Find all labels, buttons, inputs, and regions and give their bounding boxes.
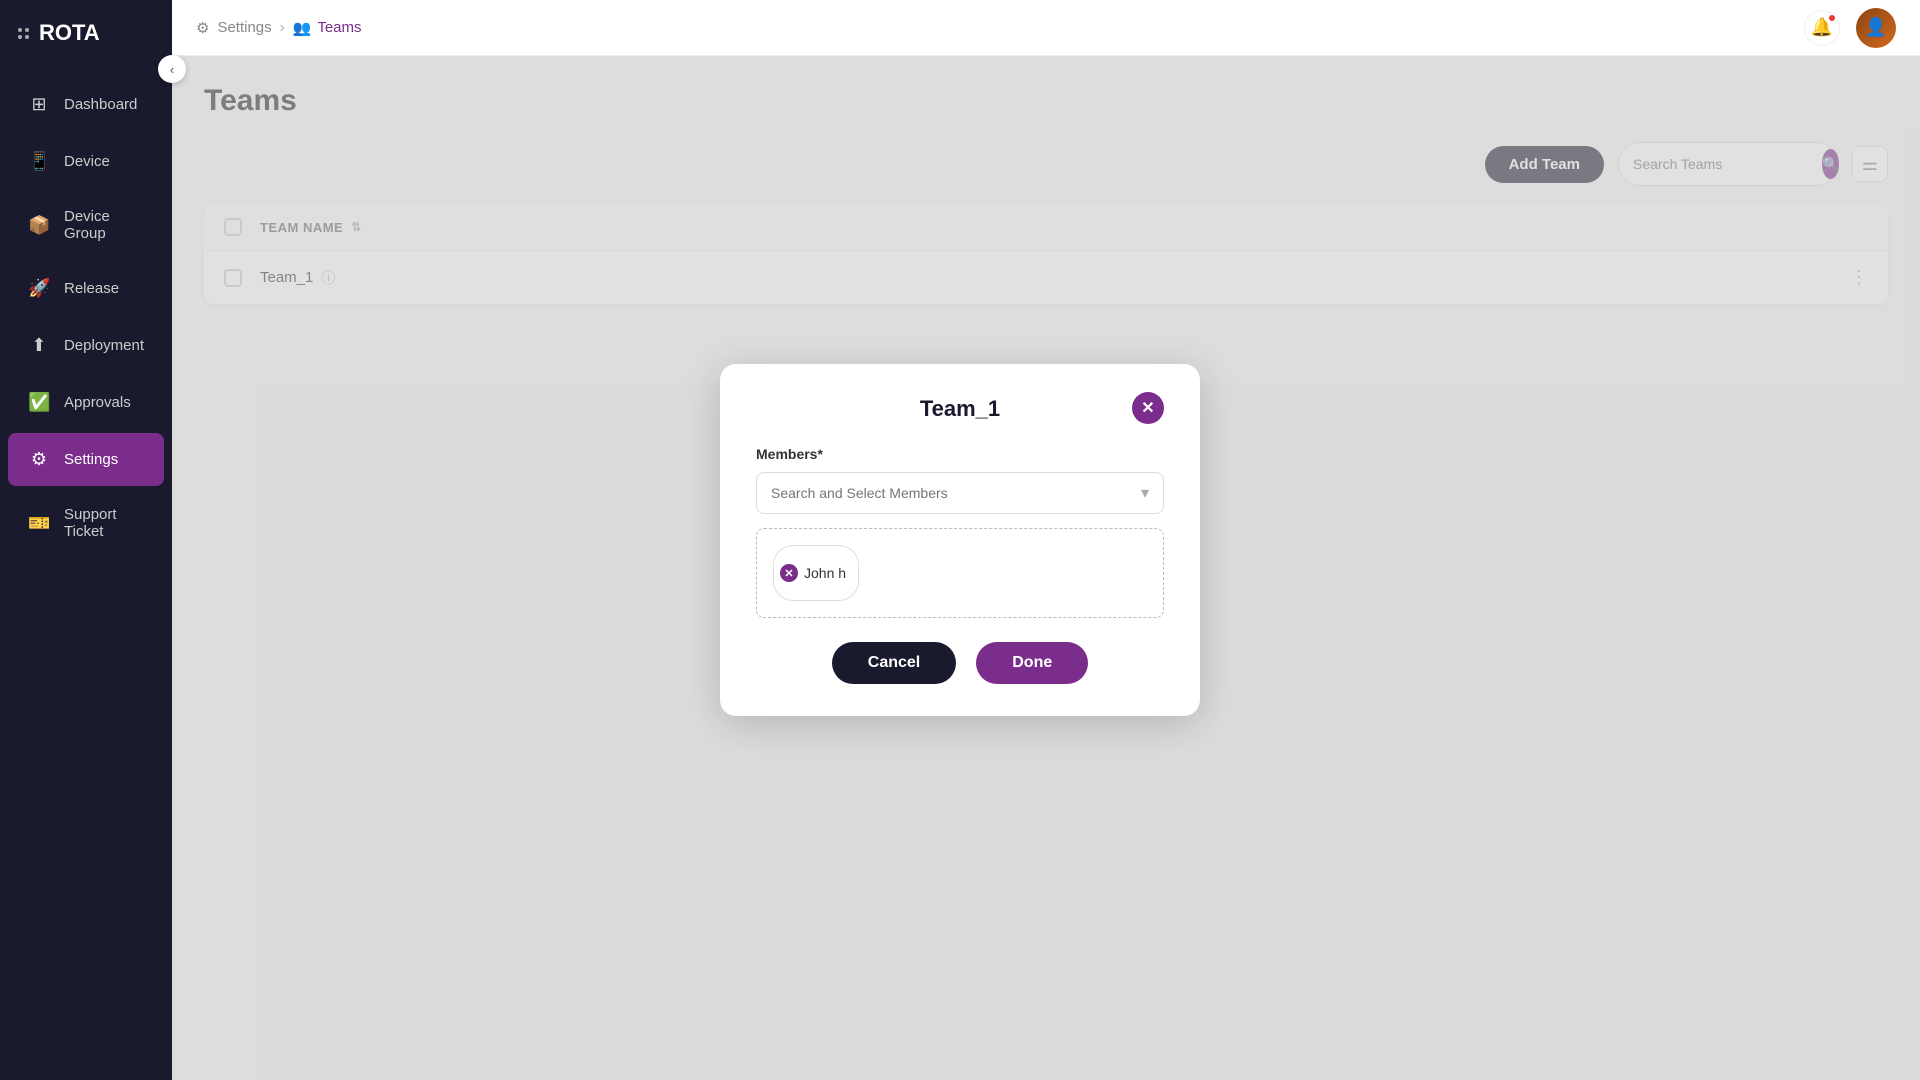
- members-select-wrapper[interactable]: ▾: [756, 472, 1164, 514]
- done-button[interactable]: Done: [976, 642, 1088, 684]
- member-tag: ✕ John h: [773, 545, 859, 601]
- modal-close-button[interactable]: ✕: [1132, 392, 1164, 424]
- approvals-icon: ✅: [28, 392, 50, 413]
- topbar-right: 🔔 👤: [1804, 8, 1896, 48]
- sidebar-header: ROTA: [0, 0, 172, 66]
- breadcrumb-parent: Settings: [217, 19, 271, 36]
- member-remove-button[interactable]: ✕: [780, 564, 798, 582]
- sidebar-item-device[interactable]: 📱 Device: [8, 135, 164, 188]
- members-label: Members*: [756, 446, 1164, 462]
- breadcrumb-current: 👥 Teams: [293, 19, 362, 37]
- selected-members-box: ✕ John h: [756, 528, 1164, 618]
- member-name: John h: [804, 565, 846, 581]
- sidebar-nav: ⊞ Dashboard 📱 Device 📦 Device Group 🚀 Re…: [0, 76, 172, 1080]
- sidebar-item-settings[interactable]: ⚙ Settings: [8, 433, 164, 486]
- sidebar-label-support-ticket: Support Ticket: [64, 506, 144, 540]
- sidebar-label-settings: Settings: [64, 451, 118, 468]
- sidebar-label-dashboard: Dashboard: [64, 96, 137, 113]
- sidebar-label-device-group: Device Group: [64, 208, 144, 242]
- team-modal: Team_1 ✕ Members* ▾ ✕ John h Cancel Done: [720, 364, 1200, 716]
- cancel-button[interactable]: Cancel: [832, 642, 956, 684]
- main-content: ⚙ Settings › 👥 Teams 🔔 👤 Teams Add Team …: [172, 0, 1920, 1080]
- members-search-input[interactable]: [771, 485, 1141, 501]
- sidebar-label-release: Release: [64, 280, 119, 297]
- sidebar-item-support-ticket[interactable]: 🎫 Support Ticket: [8, 490, 164, 556]
- app-name: ROTA: [39, 20, 100, 46]
- sidebar-label-deployment: Deployment: [64, 337, 144, 354]
- modal-header: Team_1 ✕: [756, 396, 1164, 422]
- support-ticket-icon: 🎫: [28, 513, 50, 534]
- sidebar-collapse-button[interactable]: ‹: [158, 55, 186, 83]
- sidebar: ROTA ⊞ Dashboard 📱 Device 📦 Device Group…: [0, 0, 172, 1080]
- breadcrumb-separator: ›: [280, 19, 285, 36]
- sidebar-item-release[interactable]: 🚀 Release: [8, 262, 164, 315]
- dropdown-arrow-icon: ▾: [1141, 483, 1149, 503]
- grid-icon[interactable]: [18, 28, 29, 39]
- modal-actions: Cancel Done: [756, 642, 1164, 684]
- sidebar-item-approvals[interactable]: ✅ Approvals: [8, 376, 164, 429]
- breadcrumb-current-label: Teams: [317, 19, 361, 36]
- sidebar-item-dashboard[interactable]: ⊞ Dashboard: [8, 78, 164, 131]
- dashboard-icon: ⊞: [28, 94, 50, 115]
- sidebar-item-device-group[interactable]: 📦 Device Group: [8, 192, 164, 258]
- notification-button[interactable]: 🔔: [1804, 10, 1840, 46]
- avatar[interactable]: 👤: [1856, 8, 1896, 48]
- notification-badge: [1827, 13, 1837, 23]
- topbar: ⚙ Settings › 👥 Teams 🔔 👤: [172, 0, 1920, 56]
- breadcrumb: ⚙ Settings › 👥 Teams: [196, 19, 362, 37]
- device-group-icon: 📦: [28, 215, 50, 236]
- sidebar-item-deployment[interactable]: ⬆ Deployment: [8, 319, 164, 372]
- release-icon: 🚀: [28, 278, 50, 299]
- sidebar-label-device: Device: [64, 153, 110, 170]
- page-content: Teams Add Team 🔍 ⚌ TEAM NAME ⇅: [172, 56, 1920, 1080]
- breadcrumb-settings-icon: ⚙: [196, 19, 209, 37]
- deployment-icon: ⬆: [28, 335, 50, 356]
- settings-icon: ⚙: [28, 449, 50, 470]
- modal-title: Team_1: [920, 396, 1000, 422]
- breadcrumb-teams-icon: 👥: [293, 19, 312, 37]
- device-icon: 📱: [28, 151, 50, 172]
- sidebar-label-approvals: Approvals: [64, 394, 131, 411]
